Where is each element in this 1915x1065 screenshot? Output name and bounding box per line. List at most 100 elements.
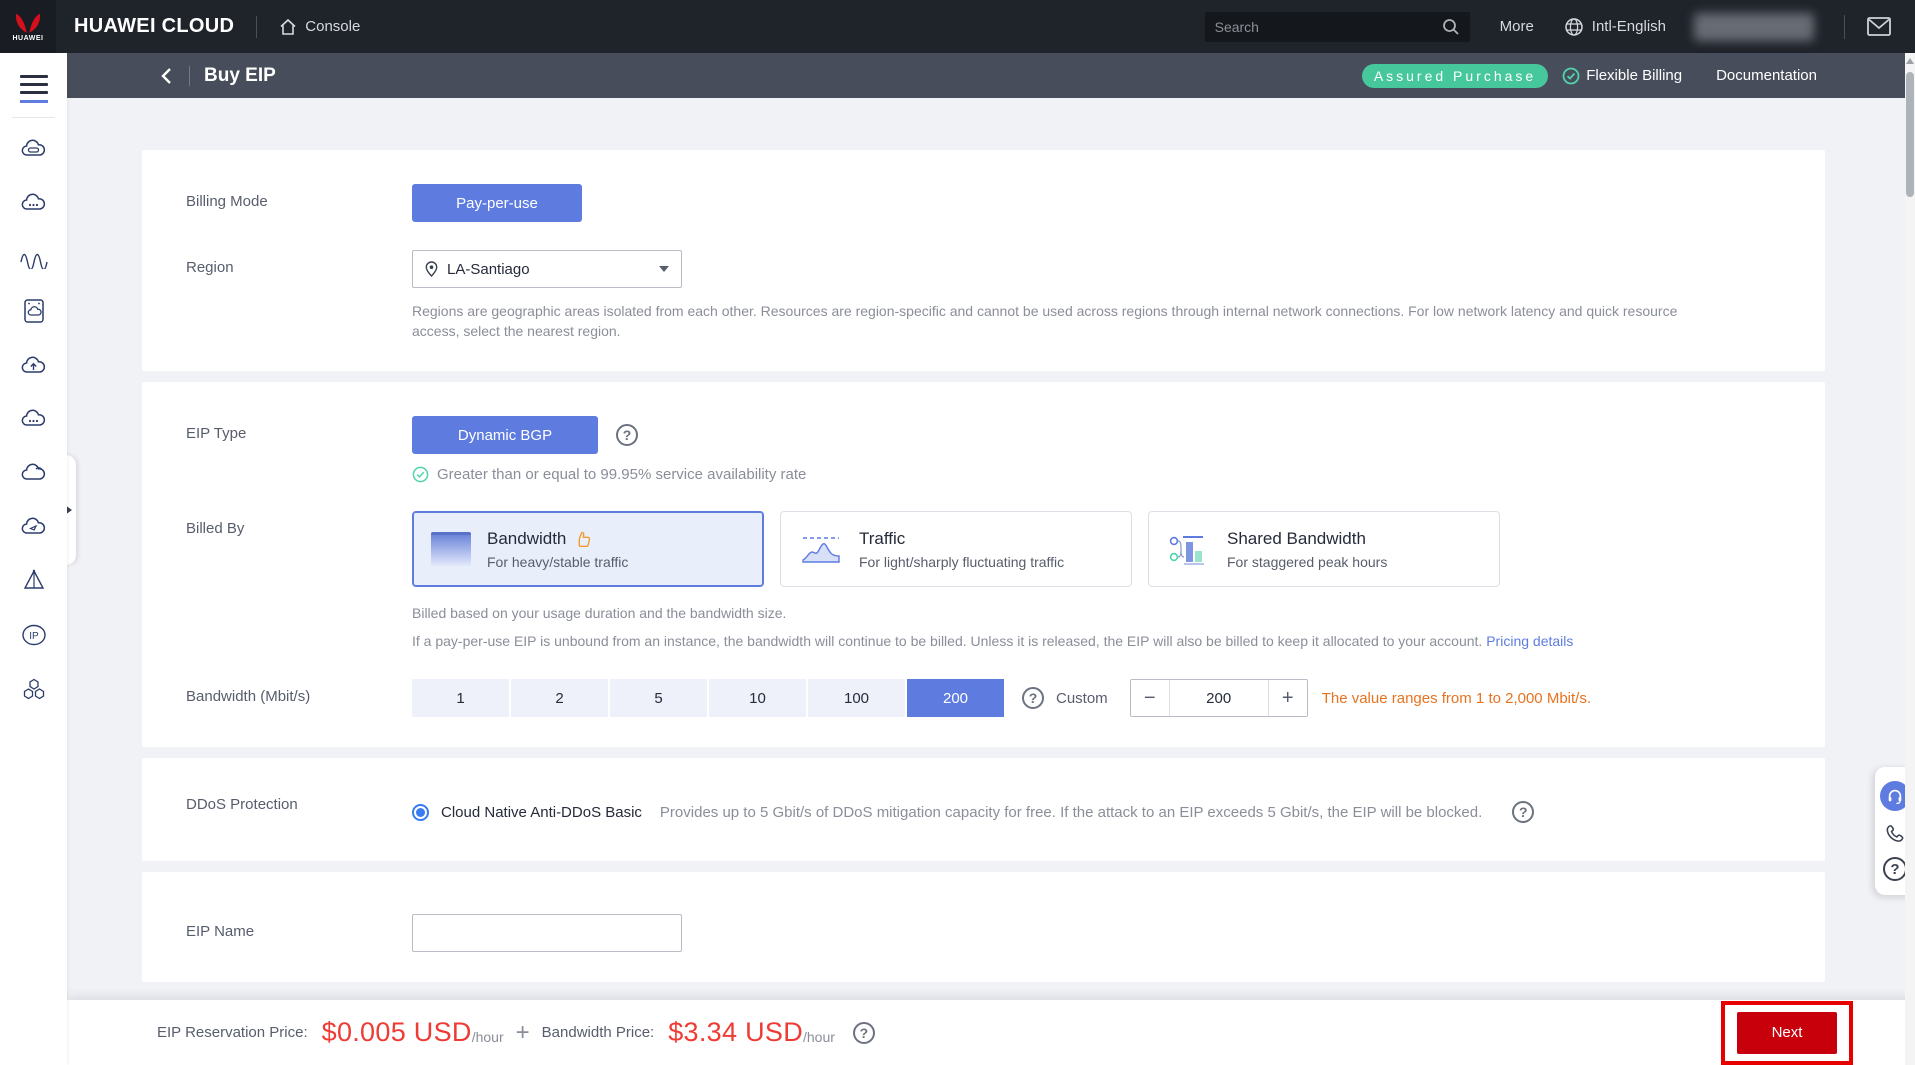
topbar-divider [256,16,257,38]
flexible-billing-label: Flexible Billing [1586,67,1682,84]
cloud-dots-icon[interactable] [19,188,49,218]
bandwidth-icon [431,532,471,566]
ddos-row: DDoS Protection Cloud Native Anti-DDoS B… [186,796,1785,823]
globe-icon [1564,17,1584,37]
cloud-icon[interactable] [19,458,49,488]
account-name-blurred[interactable] [1694,13,1814,41]
next-button-annotation: Next [1721,1001,1853,1065]
price-help-icon[interactable]: ? [853,1022,875,1044]
ddos-help-icon[interactable]: ? [1512,801,1534,823]
question-icon: ? [1883,857,1907,881]
bandwidth-subtitle: For heavy/stable traffic [487,554,628,570]
more-menu[interactable]: More [1500,18,1534,35]
eip-config-card: EIP Type Dynamic BGP ? Greater than or e… [142,382,1825,747]
cluster-icon[interactable] [19,674,49,704]
bandwidth-option-5[interactable]: 5 [610,679,707,717]
flexible-billing-link[interactable]: Flexible Billing [1562,67,1682,85]
bandwidth-price-value: $3.34 USD [668,1017,803,1048]
bandwidth-option-10[interactable]: 10 [709,679,806,717]
back-button[interactable] [159,67,175,85]
ddos-label: DDoS Protection [186,796,412,813]
availability-text: Greater than or equal to 99.95% service … [437,466,806,483]
bandwidth-stepper: − + [1130,679,1308,717]
ddos-option-label[interactable]: Cloud Native Anti-DDoS Basic [441,804,642,821]
bandwidth-label: Bandwidth (Mbit/s) [186,679,412,705]
stepper-minus-button[interactable]: − [1131,680,1169,716]
search-box[interactable] [1205,12,1470,42]
page-header: Buy EIP Assured Purchase Flexible Billin… [67,53,1915,98]
billed-description-line1: Billed based on your usage duration and … [412,603,1712,623]
dynamic-bgp-button[interactable]: Dynamic BGP [412,416,598,454]
waves-icon[interactable] [19,242,49,272]
traffic-icon [799,530,843,568]
pyramid-icon[interactable] [19,566,49,596]
availability-note: Greater than or equal to 99.95% service … [412,466,1785,483]
region-select[interactable]: LA-Santiago [412,250,682,288]
region-description: Regions are geographic areas isolated fr… [412,301,1682,341]
reservation-per-hour: /hour [472,1029,504,1045]
next-button[interactable]: Next [1737,1012,1837,1054]
pay-per-use-button[interactable]: Pay-per-use [412,184,582,222]
ddos-description: Provides up to 5 Gbit/s of DDoS mitigati… [660,804,1482,821]
billed-by-bandwidth-card[interactable]: Bandwidth For heavy/stable traffic [412,511,764,587]
bandwidth-option-1[interactable]: 1 [412,679,509,717]
billed-by-traffic-card[interactable]: Traffic For light/sharply fluctuating tr… [780,511,1132,587]
check-circle-icon [412,466,429,483]
billing-region-card: Billing Mode Pay-per-use Region LA-Santi… [142,150,1825,371]
console-label: Console [305,18,360,35]
bandwidth-option-200[interactable]: 200 [907,679,1004,717]
server-cloud-icon[interactable] [19,296,49,326]
console-link[interactable]: Console [279,18,360,36]
eip-name-input[interactable] [412,914,682,952]
bandwidth-custom-input[interactable] [1169,680,1269,716]
scrollbar-thumb[interactable] [1906,72,1914,197]
region-row: Region LA-Santiago Regions are geographi… [186,250,1785,341]
bandwidth-help-icon[interactable]: ? [1022,687,1044,709]
stepper-plus-button[interactable]: + [1269,680,1307,716]
documentation-link[interactable]: Documentation [1716,67,1817,84]
billed-by-label: Billed By [186,511,412,537]
price-area: EIP Reservation Price: $0.005 USD /hour … [157,1017,875,1048]
billed-by-description: Billed based on your usage duration and … [412,603,1712,651]
custom-label: Custom [1056,690,1108,707]
pricing-details-link[interactable]: Pricing details [1486,633,1573,649]
phone-support-button[interactable] [1884,823,1906,845]
footer-bar: EIP Reservation Price: $0.005 USD /hour … [67,1000,1915,1065]
eip-name-row: EIP Name [186,914,1785,952]
scrollbar-up-arrow[interactable] [1906,58,1914,64]
messages-button[interactable] [1867,17,1891,36]
svg-text:IP: IP [29,631,39,642]
menu-hamburger-icon[interactable] [20,75,48,94]
cloud-dots-icon[interactable] [19,404,49,434]
bandwidth-option-100[interactable]: 100 [808,679,905,717]
ip-icon[interactable]: IP [19,620,49,650]
region-label: Region [186,250,412,276]
sidebar-icons: IP [0,134,67,728]
huawei-logo[interactable]: HUAWEI [0,0,56,53]
search-input[interactable] [1215,19,1442,35]
search-icon[interactable] [1442,18,1460,36]
home-icon [279,18,297,36]
language-label: Intl-English [1592,18,1666,35]
shared-bandwidth-subtitle: For staggered peak hours [1227,554,1387,570]
language-switcher[interactable]: Intl-English [1564,17,1666,37]
topbar-divider-2 [1844,15,1845,39]
assured-purchase-badge[interactable]: Assured Purchase [1362,64,1548,88]
billed-description-line2: If a pay-per-use EIP is unbound from an … [412,631,1712,651]
location-pin-icon [425,261,438,277]
cloud-server-icon[interactable] [19,134,49,164]
eip-type-help-icon[interactable]: ? [616,424,638,446]
cloud-upload-icon[interactable] [19,350,49,380]
region-value: LA-Santiago [447,261,659,278]
reservation-price-label: EIP Reservation Price: [157,1024,308,1041]
billed-by-shared-card[interactable]: Shared Bandwidth For staggered peak hour… [1148,511,1500,587]
page-scrollbar[interactable] [1905,53,1915,1065]
ddos-radio[interactable] [412,804,429,821]
cloud-send-icon[interactable] [19,512,49,542]
bandwidth-option-2[interactable]: 2 [511,679,608,717]
menu-accent-bar [20,100,48,103]
eip-name-label: EIP Name [186,914,412,940]
top-bar: HUAWEI HUAWEI CLOUD Console More Intl-En… [0,0,1915,53]
eip-type-row: EIP Type Dynamic BGP ? Greater than or e… [186,416,1785,483]
help-float-button[interactable]: ? [1883,857,1907,881]
